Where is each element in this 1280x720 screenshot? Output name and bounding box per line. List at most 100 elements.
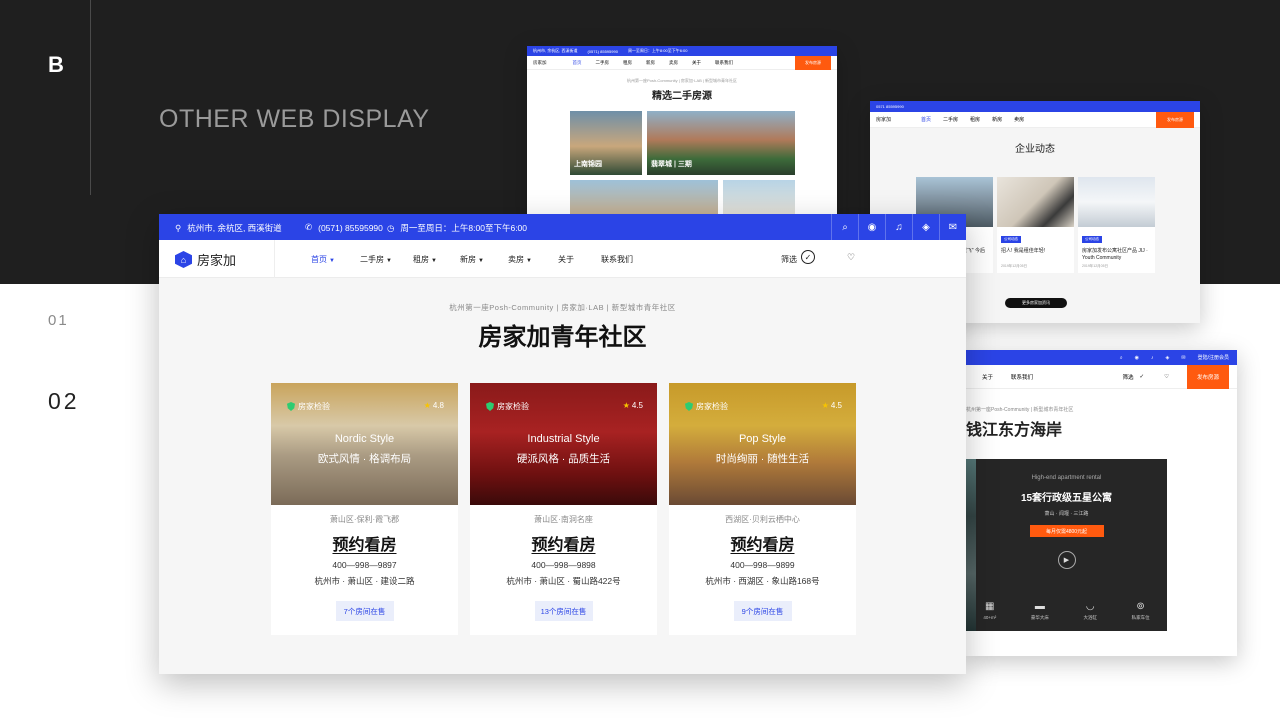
screenshot-property-detail: ⌕ ◉ ♪ ◈ ✉ 登陆/注册会员 关于 联系我们 筛选 ✓ ♡ 发布房源 杭州…	[966, 350, 1237, 656]
rooms-available-button[interactable]: 9个房间在售	[733, 601, 792, 621]
publish-button[interactable]: 发布房源	[795, 55, 831, 70]
nav-item-about[interactable]: 关于	[558, 254, 574, 265]
listings-subtitle: 杭州第一座Posh-Community | 房家加·LAB | 新型城市青年社区	[626, 78, 738, 83]
listing-photo[interactable]: 上南锦园	[570, 111, 642, 175]
nav-item-contact[interactable]: 联系我们	[1011, 373, 1033, 381]
topbar-phone: (0571) 85595990	[318, 222, 383, 233]
nav-item-secondhand[interactable]: 二手房 ▼	[360, 254, 392, 265]
book-viewing-link[interactable]: 预约看房	[271, 531, 458, 555]
news-date: 2019年12月05日	[1082, 264, 1109, 268]
news-card[interactable]: 公司动态 房家加发布公寓社区产品 JIJ · Youth Community 2…	[1078, 177, 1155, 273]
nav-item-home[interactable]: 首页 ▼	[311, 254, 335, 265]
nav-item-rent[interactable]: 租房	[623, 60, 632, 66]
shield-icon	[486, 402, 494, 411]
nav-item-rent[interactable]: 租房	[970, 116, 980, 123]
topbar-phone: (0571) 85595990	[587, 48, 618, 54]
filter-label[interactable]: 筛选	[781, 254, 797, 265]
weibo-icon[interactable]: ◉	[858, 214, 885, 240]
logo-text: 房家加	[197, 253, 237, 268]
nav-item-home[interactable]: 首页	[921, 116, 931, 123]
nav-item-new[interactable]: 新房 ▼	[460, 254, 484, 265]
card-phone: 400—998—9899	[730, 560, 795, 570]
listings-title: 精选二手房源	[652, 91, 712, 102]
inspection-badge: 房家检验	[287, 401, 330, 412]
style-en: Pop Style	[738, 433, 787, 445]
amenities: ▦ 40+m² ▬ 豪华大床 ◡ 大浴缸 ⊚ 私家车位	[966, 601, 1167, 621]
site-logo[interactable]: ⌂ 房家加	[175, 250, 236, 269]
book-viewing-link[interactable]: 预约看房	[669, 531, 856, 555]
news-text: 房家加发布公寓社区产品 JIJ · Youth Community	[1082, 248, 1148, 261]
nav-item-about[interactable]: 关于	[982, 373, 993, 381]
community-card[interactable]: 房家检验 ★ 4.8 Nordic Style 欧式风情 · 格调布局 萧山区·保…	[271, 383, 458, 635]
nav-item-secondhand[interactable]: 二手房	[943, 116, 958, 123]
logo-icon: ⌂	[175, 251, 192, 268]
community-card[interactable]: 房家检验 ★ 4.5 Pop Style 时尚绚丽 · 随性生活 西湖区·贝利云栖…	[669, 383, 856, 635]
book-viewing-link[interactable]: 预约看房	[470, 531, 657, 555]
inspection-badge: 房家检验	[486, 401, 529, 412]
chevron-down-icon: ▼	[386, 258, 392, 264]
publish-button[interactable]: 发布房源	[1156, 111, 1194, 128]
promo-cta-button[interactable]: 每月仅需4800元起	[1029, 525, 1104, 537]
topbar-phone-item: ✆ (0571) 85595990	[305, 222, 383, 233]
nav-item-contact[interactable]: 联系我们	[715, 60, 733, 66]
amenity-item: ◡ 大浴缸	[1083, 601, 1097, 620]
star-icon: ★	[423, 401, 431, 410]
nav-item-sell[interactable]: 卖房	[1014, 116, 1024, 123]
card-photo: 房家检验 ★ 4.8 Nordic Style 欧式风情 · 格调布局	[271, 383, 458, 505]
mail-icon[interactable]: ✉	[1181, 355, 1185, 361]
star-icon: ★	[622, 401, 630, 410]
check-icon[interactable]: ✓	[801, 250, 815, 264]
main-nav: ⌂ 房家加 首页 ▼ 二手房 ▼ 租房 ▼ 新房 ▼ 卖房 ▼ 关于 联系我们 筛选 ✓ …	[159, 240, 966, 278]
card-photo: 房家检验 ★ 4.5 Pop Style 时尚绚丽 · 随性生活	[669, 383, 856, 505]
wechat-icon[interactable]: ◈	[1166, 355, 1170, 361]
search-icon[interactable]: ⌕	[1120, 355, 1123, 361]
news-image	[1078, 177, 1155, 227]
star-icon: ★	[821, 401, 829, 410]
nav-item-sell[interactable]: 卖房 ▼	[508, 254, 532, 265]
nav-item-about[interactable]: 关于	[692, 60, 701, 66]
heart-icon[interactable]: ♡	[1164, 374, 1169, 380]
bell-icon[interactable]: ♫	[885, 214, 912, 240]
listing-photo[interactable]: 翡翠城 | 三期	[647, 111, 795, 175]
heart-icon[interactable]: ♡	[847, 252, 855, 263]
search-icon[interactable]: ⌕	[831, 214, 858, 240]
weibo-icon[interactable]: ◉	[1135, 355, 1139, 361]
nav-item-home[interactable]: 首页	[573, 60, 582, 66]
car-icon: ⊚	[1136, 601, 1145, 612]
play-icon[interactable]: ▶	[1057, 551, 1076, 569]
card-address: 杭州市 · 西湖区 · 象山路168号	[705, 576, 820, 586]
bed-icon: ▬	[1034, 601, 1045, 612]
shield-icon	[287, 402, 295, 411]
brand-letter: B	[48, 52, 64, 77]
rooms-available-button[interactable]: 13个房间在售	[534, 601, 593, 621]
mail-icon[interactable]: ✉	[939, 214, 966, 240]
community-card[interactable]: 房家检验 ★ 4.5 Industrial Style 硬派风格 · 品质生活 萧…	[470, 383, 657, 635]
publish-button[interactable]: 发布房源	[1187, 364, 1229, 389]
card-area: 萧山区·南洞名座	[534, 515, 593, 524]
topbar-icons: ⌕ ◉ ♫ ◈ ✉	[831, 214, 966, 240]
card-phone: 400—998—9897	[332, 560, 397, 570]
news-card[interactable]: 公司动态 招人! 我是租佳年轻! 2019年12月05日	[997, 177, 1074, 273]
rating: ★ 4.5	[622, 401, 643, 410]
building-photo-strip	[966, 459, 976, 631]
nav-item-secondhand[interactable]: 二手房	[596, 60, 610, 66]
wechat-icon[interactable]: ◈	[912, 214, 939, 240]
nav-item-new[interactable]: 新房	[646, 60, 655, 66]
mini-topbar: 杭州市, 余杭区, 西溪街道 (0571) 85595990 周一至周日：上午8…	[527, 46, 837, 56]
card-photo: 房家检验 ★ 4.5 Industrial Style 硬派风格 · 品质生活	[470, 383, 657, 505]
nav-item-rent[interactable]: 租房 ▼	[413, 254, 437, 265]
chevron-down-icon: ▼	[526, 258, 532, 264]
filter-label[interactable]: 筛选	[1122, 373, 1133, 381]
check-icon[interactable]: ✓	[1139, 374, 1144, 380]
nav-item-new[interactable]: 新房	[992, 116, 1002, 123]
login-link[interactable]: 登陆/注册会员	[1198, 354, 1229, 361]
nav-item-contact[interactable]: 联系我们	[601, 254, 633, 265]
more-news-button[interactable]: 更多房家加资讯	[1005, 298, 1067, 308]
nav-item-sell[interactable]: 卖房	[669, 60, 678, 66]
area-icon: ▦	[985, 601, 995, 612]
rooms-available-button[interactable]: 7个房间在售	[335, 601, 394, 621]
bell-icon[interactable]: ♪	[1151, 355, 1154, 361]
mini-logo: 房家加	[533, 59, 547, 65]
section-number-02: 02	[48, 388, 80, 414]
divider-line	[90, 0, 91, 195]
